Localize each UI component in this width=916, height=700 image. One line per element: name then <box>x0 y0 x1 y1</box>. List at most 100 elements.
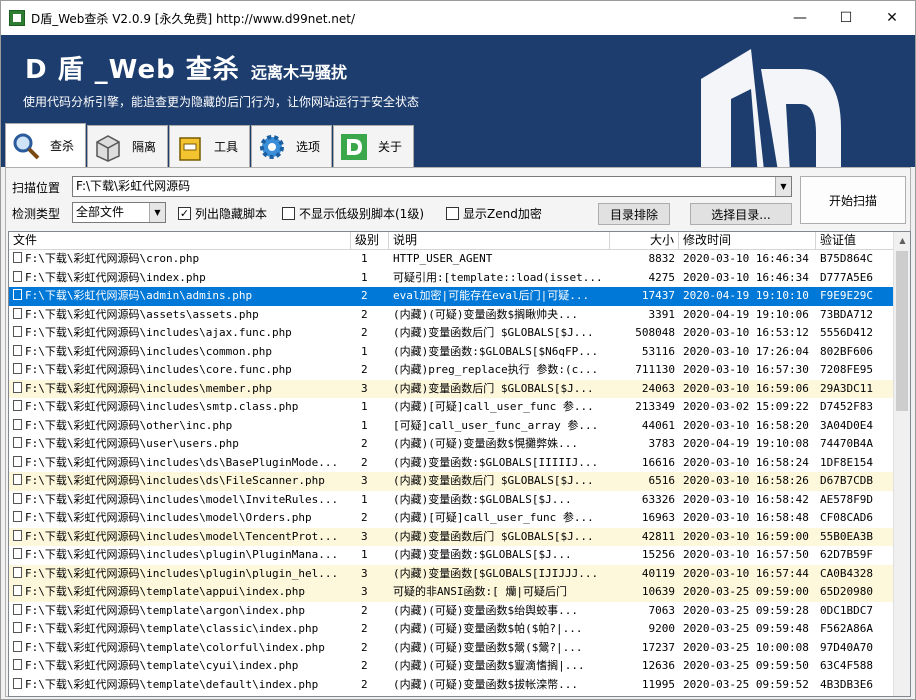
cell-file: F:\下载\彩虹代网源码\includes\plugin\PluginMana.… <box>9 546 351 565</box>
column-header-hash[interactable]: 验证值 <box>816 232 896 250</box>
cell-time: 2020-03-25 09:59:52 <box>683 677 809 691</box>
cell-level: 3 <box>361 529 368 543</box>
cell-file: F:\下载\彩虹代网源码\includes\model\TencentProt.… <box>9 528 351 547</box>
table-row[interactable]: F:\下载\彩虹代网源码\admin\admins.php 2 eval加密|可能存… <box>9 287 910 306</box>
table-row[interactable]: F:\下载\彩虹代网源码\index.php 1 可疑引用:[template::l… <box>9 269 910 288</box>
maximize-button[interactable]: ☐ <box>823 1 869 35</box>
cell-desc: (内藏)preg_replace执行 参数:(c... <box>393 363 599 376</box>
table-row[interactable]: F:\下载\彩虹代网源码\includes\plugin\plugin_hel.… <box>9 564 910 583</box>
table-row[interactable]: F:\下载\彩虹代网源码\includes\ajax.func.php 2 (内藏)… <box>9 324 910 343</box>
cell-time: 2020-03-10 16:58:42 <box>683 492 809 506</box>
table-row[interactable]: F:\下载\彩虹代网源码\includes\common.php 1 (内藏)变量函… <box>9 343 910 362</box>
table-row[interactable]: F:\下载\彩虹代网源码\includes\model\Orders.php 2 (… <box>9 509 910 528</box>
file-path: F:\下载\彩虹代网源码\includes\common.php <box>25 344 272 358</box>
banner-description: 使用代码分析引擎，能追查更为隐藏的后门行为，让你网站运行于安全状态 <box>23 95 420 109</box>
cell-file: F:\下载\彩虹代网源码\includes\ajax.func.php <box>9 324 351 343</box>
column-header-file[interactable]: 文件 <box>9 232 351 250</box>
column-header-level[interactable]: 级别 <box>351 232 389 250</box>
cell-level: 2 <box>361 511 368 524</box>
chevron-down-icon[interactable]: ▼ <box>149 203 165 222</box>
vertical-scrollbar[interactable]: ▲ <box>893 232 910 696</box>
file-icon <box>13 603 22 615</box>
column-header-time[interactable]: 修改时间 <box>679 232 816 250</box>
table-row[interactable]: F:\下载\彩虹代网源码\includes\model\InviteRules.… <box>9 491 910 510</box>
file-icon <box>13 622 22 633</box>
table-row[interactable]: F:\下载\彩虹代网源码\other\inc.php 1 [可疑]call_user… <box>9 417 910 436</box>
table-row[interactable]: F:\下载\彩虹代网源码\includes\core.func.php 2 (内藏)… <box>9 361 910 380</box>
cell-level: 1 <box>361 270 368 284</box>
table-row[interactable]: F:\下载\彩虹代网源码\assets\assets.php 2 (内藏)(可疑)变… <box>9 306 910 325</box>
checkbox-empty-icon <box>446 207 459 220</box>
tab-about[interactable]: 关于 <box>333 125 414 167</box>
file-icon <box>13 585 22 596</box>
tab-options[interactable]: 选项 <box>251 125 332 167</box>
list-hidden-checkbox[interactable]: ✓ 列出隐藏脚本 <box>178 205 267 222</box>
table-row[interactable]: F:\下载\彩虹代网源码\user\users.php 2 (内藏)(可疑)变量函数… <box>9 435 910 454</box>
checkmark-icon: ✓ <box>178 207 191 220</box>
file-path: F:\下载\彩虹代网源码\includes\plugin\plugin_hel.… <box>25 566 339 580</box>
cell-hash: CA0B4328 <box>820 566 873 580</box>
show-zend-checkbox[interactable]: 显示Zend加密 <box>446 205 542 222</box>
cell-file: F:\下载\彩虹代网源码\admin\admins.php <box>9 287 351 306</box>
results-list[interactable]: 文件 级别 说明 大小 修改时间 验证值 F:\下载\彩虹代网源码\cron.p… <box>8 231 911 697</box>
cell-hash: 802BF606 <box>820 344 873 358</box>
close-button[interactable]: ✕ <box>869 1 915 35</box>
cell-size: 7063 <box>648 603 676 617</box>
table-row[interactable]: F:\下载\彩虹代网源码\template\argon\index.php 2 (内… <box>9 602 910 621</box>
cell-desc: (内藏)[可疑]call_user_func 参... <box>393 511 594 524</box>
cell-time: 2020-03-25 09:59:48 <box>683 622 809 635</box>
file-icon <box>13 640 22 652</box>
cell-file: F:\下载\彩虹代网源码\assets\assets.php <box>9 306 351 325</box>
tab-scan[interactable]: 查杀 <box>5 123 86 167</box>
file-path: F:\下载\彩虹代网源码\includes\core.func.php <box>25 363 292 376</box>
select-dir-button[interactable]: 选择目录... <box>690 203 792 225</box>
table-row[interactable]: F:\下载\彩虹代网源码\includes\ds\FileScanner.php… <box>9 472 910 491</box>
table-row[interactable]: F:\下载\彩虹代网源码\includes\model\TencentProt.… <box>9 527 910 547</box>
column-header-size[interactable]: 大小 <box>610 232 679 250</box>
exclude-dirs-button[interactable]: 目录排除 <box>598 203 670 225</box>
hide-lowlevel-checkbox[interactable]: 不显示低级别脚本(1级) <box>282 205 424 222</box>
table-row[interactable]: F:\下载\彩虹代网源码\template\cyui\index.php 2 (内藏… <box>9 657 910 676</box>
file-path: F:\下载\彩虹代网源码\admin\admins.php <box>25 289 253 302</box>
cell-size: 9200 <box>648 622 676 635</box>
cell-desc: HTTP_USER_AGENT <box>393 252 493 265</box>
table-row[interactable]: F:\下载\彩虹代网源码\includes\smtp.class.php 1 (内藏… <box>9 398 910 417</box>
checkbox-empty-icon <box>282 207 295 220</box>
cell-time: 2020-03-10 16:57:44 <box>683 566 809 580</box>
file-path: F:\下载\彩虹代网源码\template\argon\index.php <box>25 603 306 617</box>
table-row[interactable]: F:\下载\彩虹代网源码\includes\member.php 3 (内藏)变量函… <box>9 379 910 398</box>
column-header-desc[interactable]: 说明 <box>389 232 610 250</box>
chevron-down-icon[interactable]: ▼ <box>775 177 791 196</box>
cell-time: 2020-03-25 09:59:50 <box>683 659 809 672</box>
file-path: F:\下载\彩虹代网源码\includes\plugin\PluginMana.… <box>25 548 339 561</box>
table-row[interactable]: F:\下载\彩虹代网源码\template\appui\index.php 3 可疑… <box>9 583 910 602</box>
banner-title: D 盾 _Web 查杀 <box>25 55 240 85</box>
table-row[interactable]: F:\下载\彩虹代网源码\template\classic\index.php 2… <box>9 620 910 639</box>
cell-time: 2020-03-10 16:46:34 <box>683 252 809 265</box>
cell-time: 2020-03-10 16:58:26 <box>683 474 809 487</box>
title-bar[interactable]: D盾_Web查杀 V2.0.9 [永久免费] http://www.d99net… <box>1 1 915 35</box>
cell-desc: (内藏)(可疑)变量函数$愰攤㢢姝... <box>393 437 578 450</box>
scroll-up-icon[interactable]: ▲ <box>894 232 910 249</box>
scan-type-select[interactable]: 全部文件 ▼ <box>72 202 166 223</box>
tab-quarantine[interactable]: 隔离 <box>87 125 168 167</box>
cell-file: F:\下载\彩虹代网源码\template\default\index.php <box>9 676 351 695</box>
scrollbar-thumb[interactable] <box>896 251 908 411</box>
start-scan-button[interactable]: 开始扫描 <box>800 176 906 224</box>
cell-time: 2020-03-25 09:59:00 <box>683 585 809 598</box>
table-row[interactable]: F:\下载\彩虹代网源码\template\colorful\index.php… <box>9 639 910 658</box>
cell-time: 2020-03-02 15:09:22 <box>683 400 809 413</box>
table-row[interactable]: F:\下载\彩虹代网源码\includes\plugin\PluginMana.… <box>9 546 910 565</box>
cell-hash: CF08CAD6 <box>820 511 873 524</box>
file-path: F:\下载\彩虹代网源码\index.php <box>25 270 206 284</box>
cell-desc: (内藏)(可疑)变量函数$拔帐滦幣... <box>393 677 578 691</box>
cell-time: 2020-03-25 10:00:08 <box>683 640 809 654</box>
cell-level: 3 <box>361 381 368 395</box>
scan-location-combo[interactable]: F:\下载\彩虹代网源码 ▼ <box>72 176 792 197</box>
cell-hash: 29A3DC11 <box>820 381 873 395</box>
table-row[interactable]: F:\下载\彩虹代网源码\includes\ds\BasePluginMode.… <box>9 454 910 473</box>
tab-tools[interactable]: 工具 <box>169 125 250 167</box>
table-row[interactable]: F:\下载\彩虹代网源码\cron.php 1 HTTP_USER_AGENT 883… <box>9 250 910 269</box>
table-row[interactable]: F:\下载\彩虹代网源码\template\default\index.php 2… <box>9 676 910 695</box>
minimize-button[interactable]: — <box>777 1 823 35</box>
